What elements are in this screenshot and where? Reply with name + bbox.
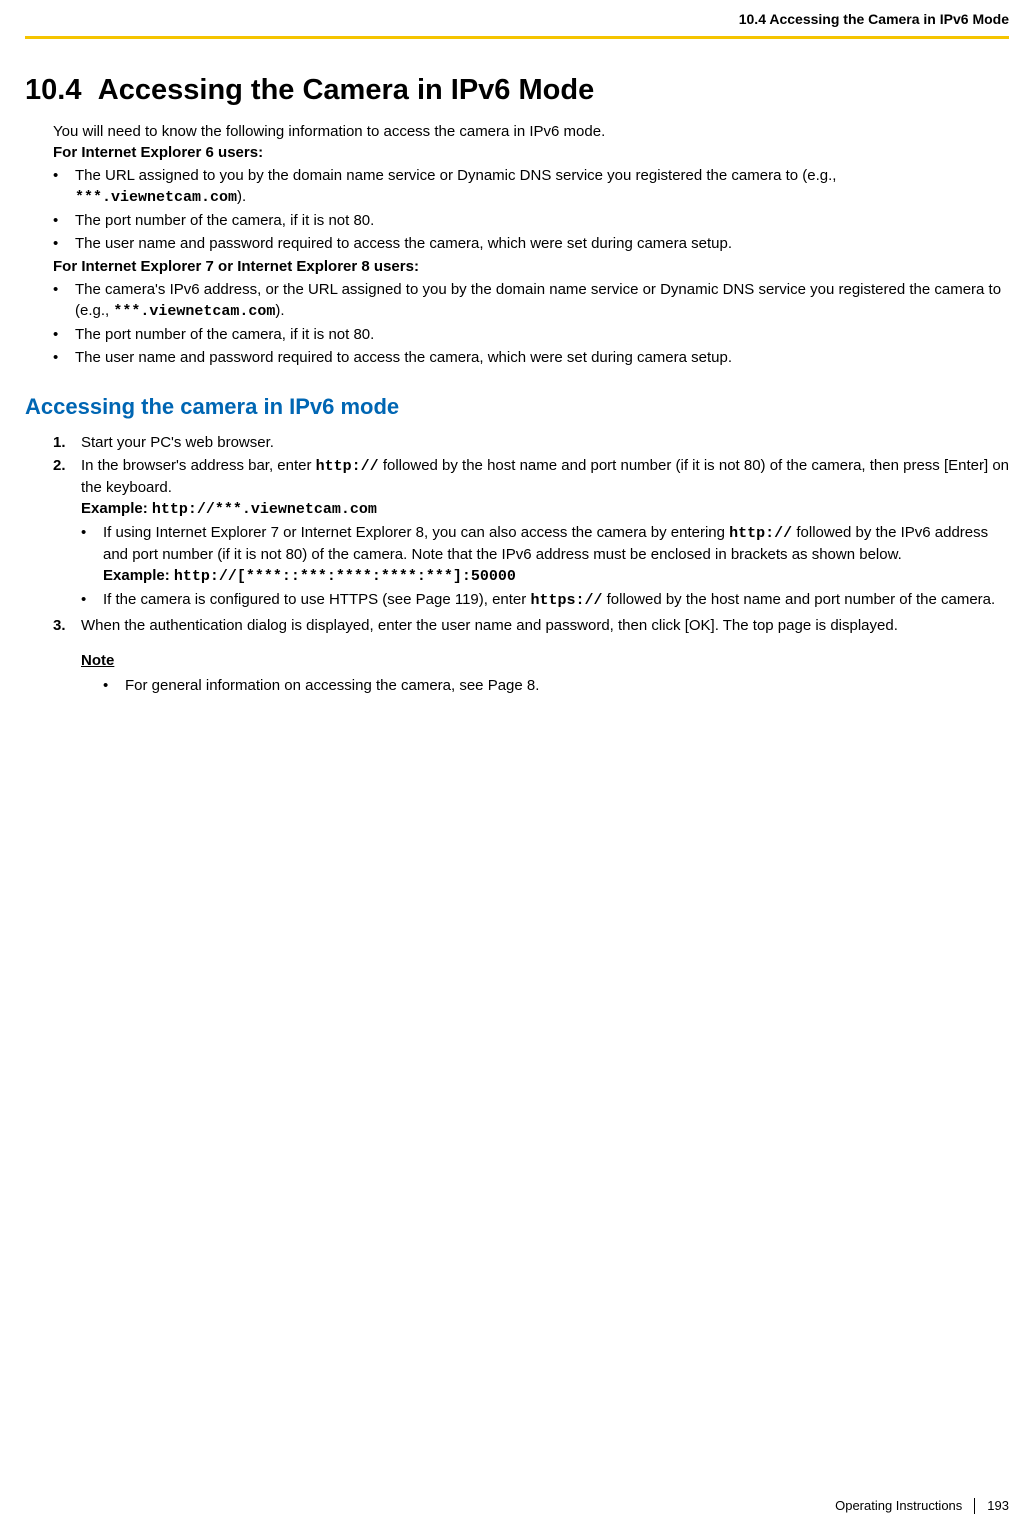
ie6-item-1-code: ***.viewnetcam.com bbox=[75, 189, 237, 206]
step-1: Start your PC's web browser. bbox=[53, 432, 1009, 453]
subsection-heading: Accessing the camera in IPv6 mode bbox=[25, 392, 1009, 423]
step-2-sub-1-example-code: http://[****::***:****:****:***]:50000 bbox=[174, 568, 516, 585]
note-heading: Note bbox=[81, 650, 1009, 671]
ie78-item-2: The port number of the camera, if it is … bbox=[53, 324, 1009, 345]
note-list: For general information on accessing the… bbox=[81, 675, 1009, 696]
step-2-subitems: If using Internet Explorer 7 or Internet… bbox=[81, 522, 1009, 611]
section-title: Accessing the Camera in IPv6 Mode bbox=[98, 74, 594, 106]
step-2-sub-1: If using Internet Explorer 7 or Internet… bbox=[81, 522, 1009, 587]
step-2-code1: http:// bbox=[316, 458, 379, 475]
note-item-1: For general information on accessing the… bbox=[103, 675, 1009, 696]
step-2-sub-2-code: https:// bbox=[530, 592, 602, 609]
header-rule bbox=[25, 36, 1009, 39]
ie78-item-1: The camera's IPv6 address, or the URL as… bbox=[53, 279, 1009, 322]
step-3: When the authentication dialog is displa… bbox=[53, 615, 1009, 696]
step-2-sub-2b: followed by the host name and port numbe… bbox=[602, 591, 995, 608]
ie78-list: The camera's IPv6 address, or the URL as… bbox=[53, 279, 1009, 368]
step-3-text: When the authentication dialog is displa… bbox=[81, 617, 898, 634]
ie78-item-3: The user name and password required to a… bbox=[53, 347, 1009, 368]
section-number: 10.4 bbox=[25, 74, 81, 106]
ie6-list: The URL assigned to you by the domain na… bbox=[53, 165, 1009, 254]
step-2-example-code: http://***.viewnetcam.com bbox=[152, 501, 377, 518]
ie78-item-1b: ). bbox=[275, 302, 284, 319]
step-2a: In the browser's address bar, enter bbox=[81, 457, 316, 474]
ie78-heading: For Internet Explorer 7 or Internet Expl… bbox=[53, 256, 1009, 277]
ie6-heading: For Internet Explorer 6 users: bbox=[53, 142, 1009, 163]
step-2-sub-2: If the camera is configured to use HTTPS… bbox=[81, 589, 1009, 611]
page-number: 193 bbox=[987, 1497, 1009, 1515]
ie78-item-1-code: ***.viewnetcam.com bbox=[113, 303, 275, 320]
ie6-item-3: The user name and password required to a… bbox=[53, 233, 1009, 254]
ie6-item-2: The port number of the camera, if it is … bbox=[53, 210, 1009, 231]
running-header: 10.4 Accessing the Camera in IPv6 Mode bbox=[25, 0, 1009, 36]
step-2-sub-1-example-label: Example: bbox=[103, 567, 174, 584]
section-heading: 10.4 Accessing the Camera in IPv6 Mode bbox=[25, 69, 1009, 111]
footer-doc-title: Operating Instructions bbox=[835, 1497, 962, 1515]
ie6-item-1a: The URL assigned to you by the domain na… bbox=[75, 167, 836, 184]
step-2-sub-1a: If using Internet Explorer 7 or Internet… bbox=[103, 524, 729, 541]
intro-text: You will need to know the following info… bbox=[53, 121, 1009, 142]
ie6-item-1: The URL assigned to you by the domain na… bbox=[53, 165, 1009, 208]
ie6-item-1b: ). bbox=[237, 188, 246, 205]
steps-list: Start your PC's web browser. In the brow… bbox=[53, 432, 1009, 696]
step-2-sub-1-code: http:// bbox=[729, 525, 792, 542]
step-2-sub-2a: If the camera is configured to use HTTPS… bbox=[103, 591, 530, 608]
footer-divider bbox=[974, 1498, 975, 1514]
step-2-example-label: Example: bbox=[81, 500, 152, 517]
step-2: In the browser's address bar, enter http… bbox=[53, 455, 1009, 613]
page-footer: Operating Instructions 193 bbox=[835, 1497, 1009, 1515]
